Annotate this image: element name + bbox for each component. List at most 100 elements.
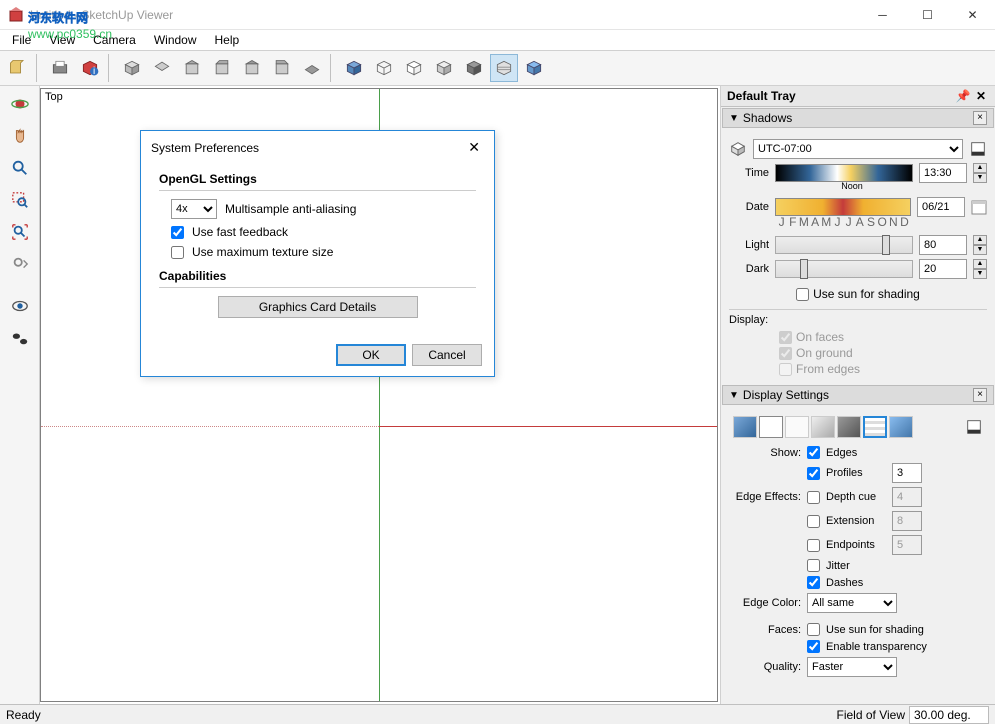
previous-view-icon[interactable] — [6, 250, 34, 278]
time-slider[interactable]: Noon — [775, 164, 913, 182]
on-ground-label: On ground — [796, 346, 853, 360]
max-texture-checkbox[interactable] — [171, 246, 184, 259]
app-icon — [8, 7, 24, 23]
panel-close-icon[interactable]: × — [973, 111, 987, 125]
date-slider[interactable]: JFMAMJJASOND — [775, 198, 911, 216]
calendar-icon[interactable] — [971, 199, 987, 215]
depth-cue-label: Depth cue — [826, 491, 886, 503]
style-hidden-line-icon[interactable] — [400, 54, 428, 82]
light-slider[interactable] — [775, 236, 913, 254]
on-ground-checkbox — [779, 347, 792, 360]
fast-feedback-label: Use fast feedback — [192, 225, 288, 239]
dialog-close-icon[interactable]: ✕ — [464, 139, 484, 156]
style-back-edges-icon[interactable] — [889, 416, 913, 438]
zoom-window-icon[interactable] — [6, 186, 34, 214]
light-spinner[interactable]: ▲▼ — [973, 235, 987, 255]
zoom-icon[interactable] — [6, 154, 34, 182]
viewport-label: Top — [45, 91, 63, 103]
model-info-icon[interactable]: i — [76, 54, 104, 82]
style-back-edges-icon[interactable] — [520, 54, 548, 82]
style-wireframe-icon[interactable] — [759, 416, 783, 438]
date-input[interactable] — [917, 197, 965, 217]
top-view-icon[interactable] — [148, 54, 176, 82]
bottom-view-icon[interactable] — [298, 54, 326, 82]
style-monochrome-icon[interactable] — [460, 54, 488, 82]
endpoints-checkbox[interactable] — [807, 539, 820, 552]
quality-select[interactable]: Faster — [807, 657, 897, 677]
style-monochrome-icon[interactable] — [837, 416, 861, 438]
profiles-checkbox[interactable] — [807, 467, 820, 480]
default-tray: Default Tray 📌 ✕ ▼ Shadows × UTC-07:00 T… — [720, 86, 995, 704]
style-hidden-line-icon[interactable] — [785, 416, 809, 438]
style-shaded-textures-icon[interactable] — [733, 416, 757, 438]
graphics-details-button[interactable]: Graphics Card Details — [218, 296, 418, 318]
light-input[interactable] — [919, 235, 967, 255]
shadow-toggle-icon[interactable] — [729, 140, 747, 158]
dark-spinner[interactable]: ▲▼ — [973, 259, 987, 279]
style-xray-icon[interactable] — [490, 54, 518, 82]
panel-close-icon[interactable]: × — [973, 388, 987, 402]
orbit-icon[interactable] — [6, 90, 34, 118]
style-wireframe-icon[interactable] — [370, 54, 398, 82]
close-button[interactable]: ✕ — [950, 0, 995, 29]
from-edges-checkbox — [779, 363, 792, 376]
pin-icon[interactable]: 📌 — [955, 89, 971, 103]
pan-icon[interactable] — [6, 122, 34, 150]
time-spinner[interactable]: ▲▼ — [973, 163, 987, 183]
transparency-checkbox[interactable] — [807, 640, 820, 653]
style-xray-icon[interactable] — [863, 416, 887, 438]
style-shaded-textures-icon[interactable] — [340, 54, 368, 82]
light-label: Light — [729, 239, 769, 251]
main-toolbar: i — [0, 50, 995, 86]
cancel-button[interactable]: Cancel — [412, 344, 482, 366]
faces-use-sun-checkbox[interactable] — [807, 623, 820, 636]
tray-close-icon[interactable]: ✕ — [973, 89, 989, 103]
edge-color-select[interactable]: All same — [807, 593, 897, 613]
right-view-icon[interactable] — [208, 54, 236, 82]
tray-title: Default Tray 📌 ✕ — [721, 86, 995, 107]
timezone-select[interactable]: UTC-07:00 — [753, 139, 963, 159]
transparency-label: Enable transparency — [826, 641, 927, 653]
shadows-panel-header[interactable]: ▼ Shadows × — [722, 108, 994, 128]
zoom-extents-icon[interactable] — [6, 218, 34, 246]
extension-label: Extension — [826, 515, 886, 527]
menu-camera[interactable]: Camera — [85, 31, 144, 49]
extension-checkbox[interactable] — [807, 515, 820, 528]
fast-feedback-checkbox[interactable] — [171, 226, 184, 239]
dark-input[interactable] — [919, 259, 967, 279]
walk-icon[interactable] — [6, 324, 34, 352]
minimize-button[interactable]: ─ — [860, 0, 905, 29]
jitter-checkbox[interactable] — [807, 559, 820, 572]
dialog-titlebar[interactable]: System Preferences ✕ — [141, 131, 494, 164]
menu-file[interactable]: File — [4, 31, 39, 49]
ok-button[interactable]: OK — [336, 344, 406, 366]
endpoints-input — [892, 535, 922, 555]
display-settings-icon[interactable] — [965, 418, 983, 436]
multisample-label: Multisample anti-aliasing — [225, 202, 356, 216]
dashes-label: Dashes — [826, 577, 863, 589]
dark-slider[interactable] — [775, 260, 913, 278]
left-view-icon[interactable] — [268, 54, 296, 82]
back-view-icon[interactable] — [238, 54, 266, 82]
multisample-select[interactable]: 4x — [171, 199, 217, 219]
iso-view-icon[interactable] — [118, 54, 146, 82]
dashes-checkbox[interactable] — [807, 576, 820, 589]
menu-window[interactable]: Window — [146, 31, 205, 49]
style-shaded-icon[interactable] — [430, 54, 458, 82]
open-icon[interactable] — [4, 54, 32, 82]
fov-value[interactable]: 30.00 deg. — [909, 706, 989, 724]
menu-view[interactable]: View — [41, 31, 83, 49]
maximize-button[interactable]: ☐ — [905, 0, 950, 29]
time-input[interactable] — [919, 163, 967, 183]
look-around-icon[interactable] — [6, 292, 34, 320]
use-sun-checkbox[interactable] — [796, 288, 809, 301]
profiles-input[interactable] — [892, 463, 922, 483]
menu-help[interactable]: Help — [207, 31, 248, 49]
display-panel-header[interactable]: ▼ Display Settings × — [722, 385, 994, 405]
style-shaded-icon[interactable] — [811, 416, 835, 438]
depth-cue-checkbox[interactable] — [807, 491, 820, 504]
print-icon[interactable] — [46, 54, 74, 82]
shadow-settings-icon[interactable] — [969, 140, 987, 158]
front-view-icon[interactable] — [178, 54, 206, 82]
edges-checkbox[interactable] — [807, 446, 820, 459]
